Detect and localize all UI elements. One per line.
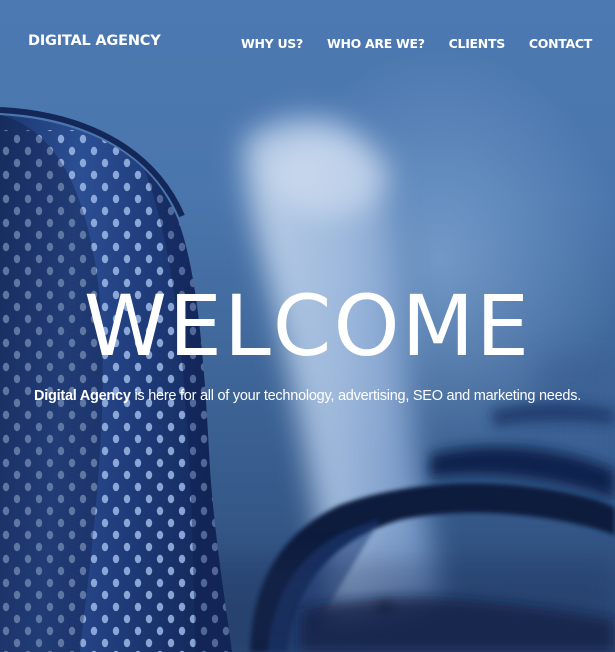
hero-section: DIGITAL AGENCY WHY US? WHO ARE WE? CLIEN… <box>0 0 615 652</box>
nav-link-why-us[interactable]: WHY US? <box>241 36 303 51</box>
nav-item-why-us: WHY US? <box>241 35 303 53</box>
top-navigation: DIGITAL AGENCY WHY US? WHO ARE WE? CLIEN… <box>0 0 615 84</box>
nav-link-who-are-we[interactable]: WHO ARE WE? <box>327 36 425 51</box>
hero-tagline: Digital Agency is here for all of your t… <box>0 388 615 404</box>
nav-link-contact[interactable]: CONTACT <box>529 36 592 51</box>
hero-headline: WELCOME <box>83 277 532 376</box>
nav-link-clients[interactable]: CLIENTS <box>449 36 506 51</box>
tagline-text: is here for all of your technology, adve… <box>130 387 581 404</box>
nav-item-clients: CLIENTS <box>449 35 506 53</box>
nav-item-contact: CONTACT <box>529 35 592 53</box>
tagline-brand: Digital Agency <box>33 387 131 404</box>
nav-menu: WHY US? WHO ARE WE? CLIENTS CONTACT <box>241 35 592 53</box>
brand-logo-link[interactable]: DIGITAL AGENCY <box>28 33 161 49</box>
nav-item-who-are-we: WHO ARE WE? <box>327 35 425 53</box>
